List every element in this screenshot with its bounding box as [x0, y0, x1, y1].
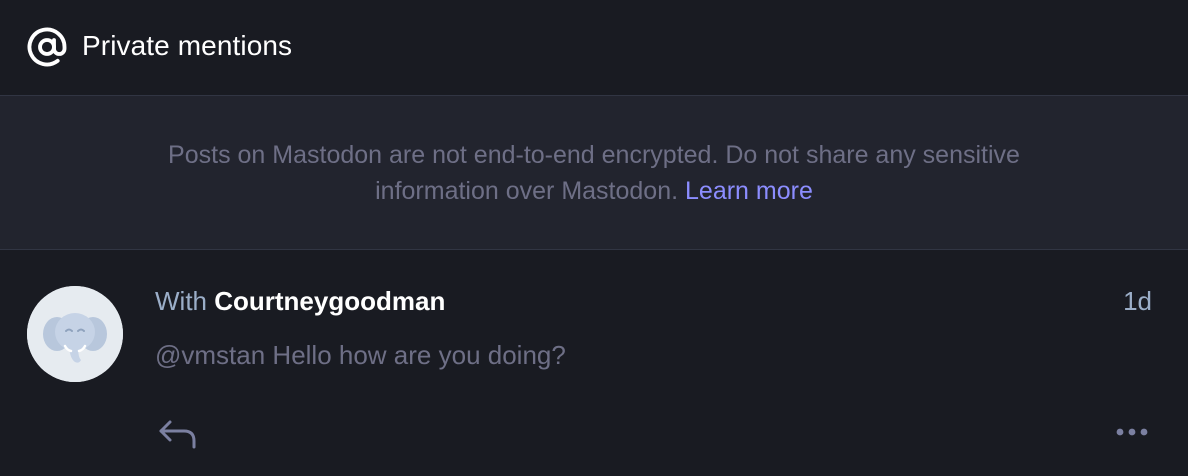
- notice-text-container: Posts on Mastodon are not end-to-end enc…: [114, 137, 1074, 209]
- message-preview[interactable]: @vmstan Hello how are you doing?: [155, 338, 566, 372]
- page-title: Private mentions: [82, 30, 293, 61]
- conversation-item[interactable]: With Courtneygoodman 1d @vmstan Hello ho…: [0, 250, 1188, 476]
- column-header: Private mentions: [0, 0, 1188, 96]
- with-prefix: With: [155, 286, 207, 316]
- private-mentions-page: Private mentions Posts on Mastodon are n…: [0, 0, 1188, 476]
- notice-text: Posts on Mastodon are not end-to-end enc…: [168, 141, 1020, 205]
- at-sign-icon: [27, 27, 67, 67]
- participant-name[interactable]: Courtneygoodman: [214, 286, 445, 316]
- reply-icon: [159, 420, 196, 449]
- timestamp[interactable]: 1d: [1123, 284, 1152, 318]
- reply-button[interactable]: [156, 414, 200, 454]
- conversation-participants: With Courtneygoodman: [155, 284, 445, 318]
- elephant-icon: [27, 286, 123, 382]
- encryption-notice: Posts on Mastodon are not end-to-end enc…: [0, 96, 1188, 250]
- mastodon-elephant-avatar[interactable]: [27, 286, 123, 382]
- learn-more-link[interactable]: Learn more: [685, 177, 813, 205]
- more-options-icon: [1116, 428, 1148, 436]
- more-options-button[interactable]: [1112, 418, 1152, 446]
